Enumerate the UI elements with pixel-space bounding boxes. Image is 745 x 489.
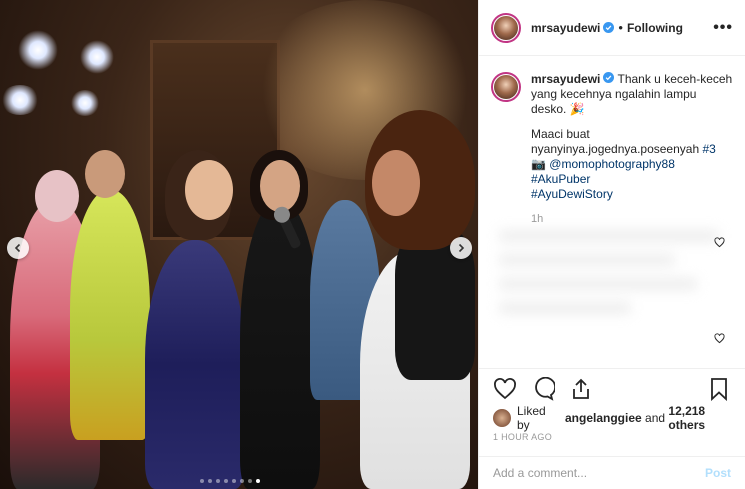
stage-light (18, 30, 58, 70)
caption-text: nyanyinya.jogednya.poseenyah (531, 142, 700, 156)
caption-time[interactable]: 1h (531, 212, 733, 227)
person-black (240, 200, 320, 489)
carousel-dot (256, 479, 260, 483)
hashtag-link[interactable]: #AkuPuber (531, 172, 733, 187)
caption-text: Maaci buat (531, 127, 590, 141)
hashtag-link[interactable]: #3 (702, 142, 715, 156)
caption-username[interactable]: mrsayudewi (531, 72, 600, 86)
carousel-dot (224, 479, 228, 483)
chevron-left-icon (14, 243, 21, 253)
prev-photo-button[interactable] (7, 237, 29, 259)
verified-badge-icon (603, 72, 615, 83)
likes-prefix: Liked by (516, 404, 546, 432)
likes-count-button[interactable]: 12,218 others (668, 404, 745, 432)
post-comment-button[interactable]: Post (705, 466, 731, 480)
post-timestamp[interactable]: 1 HOUR AGO (493, 432, 552, 442)
post-photo[interactable] (0, 0, 478, 489)
person-head (185, 160, 233, 220)
chevron-right-icon (458, 243, 465, 253)
person-head (85, 150, 125, 198)
avatar[interactable] (491, 12, 521, 43)
avatar[interactable] (491, 72, 521, 102)
person-head (35, 170, 79, 222)
comment-like-heart-icon[interactable] (714, 333, 725, 344)
carousel-dot (200, 479, 204, 483)
liker-username[interactable]: angelanggiee (565, 411, 642, 425)
stage-light (80, 40, 114, 74)
carousel-dot (216, 479, 220, 483)
verified-badge-icon (603, 22, 615, 33)
post-header: mrsayudewi • Following ••• (479, 0, 745, 56)
stage-light (70, 90, 100, 116)
comment-bar: Post (479, 456, 745, 489)
comment-like-heart-icon[interactable] (714, 237, 725, 248)
likes-summary: Liked by angelanggiee and 12,218 others (493, 404, 745, 432)
camera-emoji: 📷 (531, 157, 546, 171)
carousel-dot (248, 479, 252, 483)
header-username[interactable]: mrsayudewi (531, 21, 600, 35)
carousel-indicator (200, 479, 260, 483)
post-side-panel: mrsayudewi • Following ••• mrsayudewi Th… (478, 0, 745, 489)
liker-avatar[interactable] (493, 409, 511, 427)
mention-link[interactable]: @momophotography88 (549, 157, 675, 171)
person-singer (145, 240, 245, 489)
carousel-dot (240, 479, 244, 483)
like-heart-icon[interactable] (493, 377, 517, 401)
comment-input[interactable] (493, 466, 705, 480)
person-yellow (70, 190, 150, 440)
share-icon[interactable] (569, 377, 593, 401)
carousel-dot (208, 479, 212, 483)
comment-bubble-icon[interactable] (531, 377, 555, 401)
post-actions (479, 368, 745, 401)
carousel-dot (232, 479, 236, 483)
hashtag-link[interactable]: #AyuDewiStory (531, 187, 733, 202)
follow-status-button[interactable]: Following (627, 21, 683, 35)
caption: mrsayudewi Thank u keceh-keceh yang kece… (479, 56, 745, 227)
stage-light (0, 85, 40, 115)
more-icon[interactable]: ••• (713, 19, 733, 37)
person-head (260, 160, 300, 212)
likes-joiner: and (645, 411, 666, 425)
person-head (372, 150, 420, 216)
separator-dot: • (618, 20, 623, 35)
blurred-comments (499, 230, 719, 350)
next-photo-button[interactable] (450, 237, 472, 259)
bookmark-icon[interactable] (707, 377, 731, 401)
